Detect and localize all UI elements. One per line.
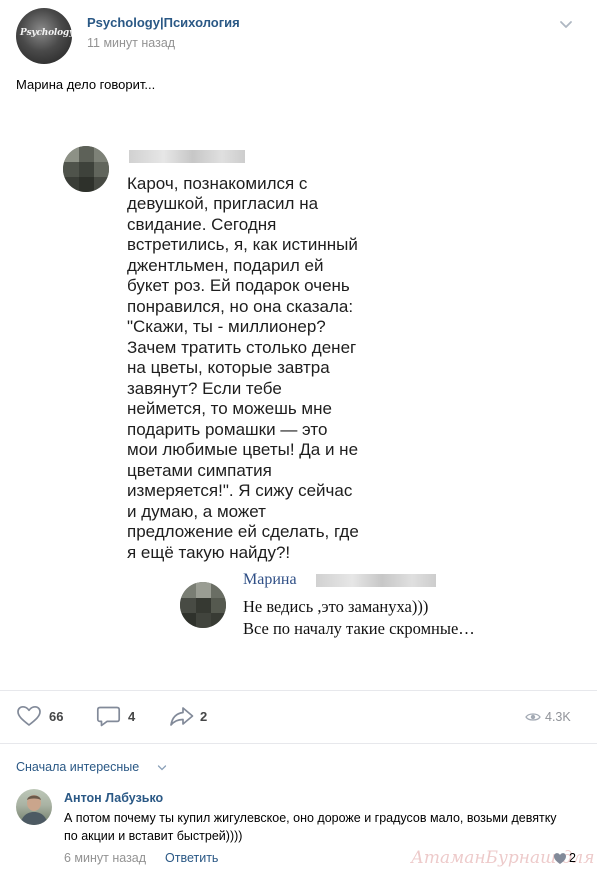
message-line: Зачем тратить столько денег bbox=[127, 338, 357, 357]
message-line: свидание. Сегодня bbox=[127, 215, 277, 234]
message-line: джентльмен, подарил ей bbox=[127, 256, 324, 275]
message-line: неймется, то можешь мне bbox=[127, 399, 332, 418]
divider bbox=[0, 690, 597, 691]
reply-button[interactable]: Ответить bbox=[165, 851, 218, 865]
chevron-down-icon[interactable] bbox=[556, 14, 576, 34]
group-name-link[interactable]: Psychology|Психология bbox=[87, 15, 240, 30]
comment-likes-count[interactable]: 2 bbox=[569, 851, 576, 865]
divider bbox=[0, 743, 597, 744]
message-line: понравился, но она сказала: bbox=[127, 297, 354, 316]
message-line: букет роз. Ей подарок очень bbox=[127, 276, 350, 295]
chevron-down-icon[interactable] bbox=[157, 764, 167, 772]
reply-avatar-pixelated bbox=[180, 582, 226, 628]
heart-icon[interactable] bbox=[16, 705, 42, 727]
blurred-sender-name bbox=[129, 150, 245, 163]
comment-icon[interactable] bbox=[96, 705, 122, 727]
message-line: измеряется!". Я сижу сейчас bbox=[127, 481, 353, 500]
message-line: встретились, я, как истинный bbox=[127, 235, 358, 254]
group-avatar[interactable]: Psychology bbox=[16, 8, 72, 64]
blurred-reply-surname bbox=[316, 574, 436, 587]
post-timestamp[interactable]: 11 минут назад bbox=[87, 36, 175, 50]
comment-author-link[interactable]: Антон Лабузько bbox=[64, 791, 163, 805]
message-line: девушкой, пригласил на bbox=[127, 194, 319, 213]
share-icon[interactable] bbox=[169, 705, 195, 727]
message-line: и думаю, а может bbox=[127, 502, 266, 521]
comments-count[interactable]: 4 bbox=[128, 709, 135, 724]
message-line: мои любимые цветы! Да и не bbox=[127, 440, 359, 459]
reply-sender-name: Марина bbox=[243, 571, 297, 588]
post-text: Марина дело говорит... bbox=[16, 77, 156, 92]
message-line: я ещё такую найду?! bbox=[127, 543, 291, 562]
comments-sort-dropdown[interactable]: Сначала интересные bbox=[16, 760, 139, 774]
chat-avatar-pixelated bbox=[63, 146, 109, 192]
views-count: 4.3K bbox=[545, 710, 571, 724]
reply-line: Все по началу такие скромные… bbox=[243, 619, 475, 638]
comment-timestamp[interactable]: 6 минут назад bbox=[64, 851, 146, 865]
message-line: "Скажи, ты - миллионер? bbox=[127, 317, 326, 336]
comment-text: А потом почему ты купил жигулевское, оно… bbox=[64, 811, 557, 843]
eye-icon bbox=[525, 713, 541, 721]
message-line: цветами симпатия bbox=[127, 461, 272, 480]
avatar-logo-text: Psychology bbox=[20, 28, 72, 38]
heart-icon[interactable] bbox=[553, 852, 567, 865]
message-line: завянут? Если тебе bbox=[127, 379, 282, 398]
person-photo-icon bbox=[20, 795, 48, 825]
commenter-avatar[interactable] bbox=[16, 789, 52, 825]
message-line: предложение ей сделать, где bbox=[127, 522, 359, 541]
message-line: на цветы, которые завтра bbox=[127, 358, 330, 377]
message-line: Кароч, познакомился с bbox=[127, 174, 308, 193]
reply-line: Не ведись ,это замануха))) bbox=[243, 597, 429, 616]
likes-count[interactable]: 66 bbox=[49, 709, 63, 724]
message-line: подарить ромашки — это bbox=[127, 420, 328, 439]
shares-count[interactable]: 2 bbox=[200, 709, 207, 724]
